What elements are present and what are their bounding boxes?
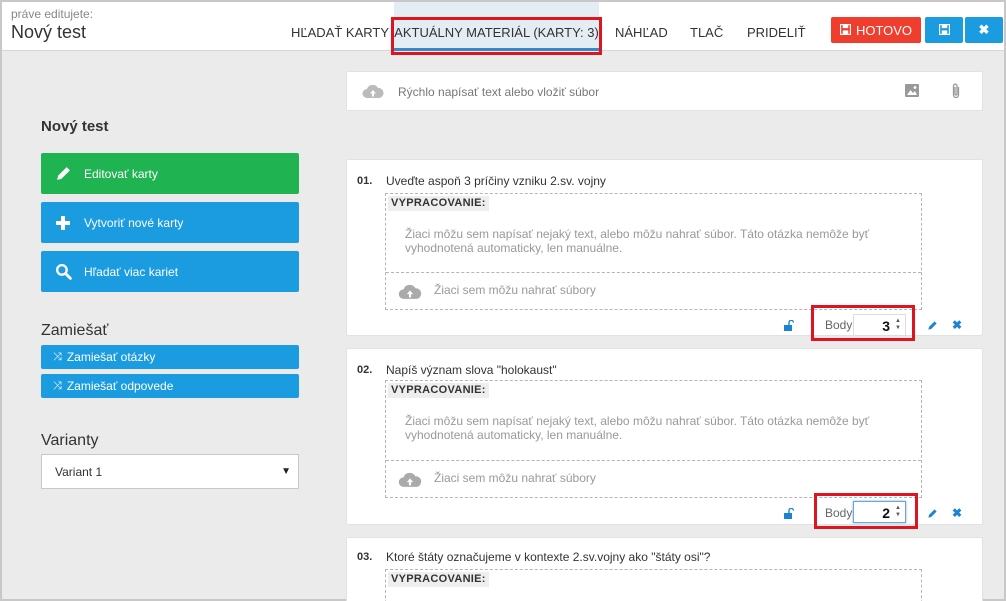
shuffle-answers-label: Zamiešať odpovede [66,379,174,393]
done-button[interactable]: HOTOVO [831,17,921,43]
answer-area: VYPRACOVANIE: Žiaci môžu sem napísať nej… [385,193,922,310]
upload-area: Žiaci sem môžu nahrať súbory [386,460,921,497]
create-cards-label: Vytvoriť nové karty [84,215,184,230]
points-label: Body: [825,506,856,520]
delete-icon[interactable]: ✖ [952,318,962,332]
spinner-arrows-icon[interactable]: ▲ ▼ [893,505,903,519]
shuffle-questions-button[interactable]: ⤨ Zamiešať otázky [41,345,299,369]
close-icon: ✖ [978,22,990,37]
points-value: 3 [882,318,890,334]
points-input[interactable]: 3 ▲ ▼ [853,314,906,336]
done-label: HOTOVO [855,22,913,38]
image-icon[interactable] [905,84,919,102]
question-number: 02. [357,364,373,376]
shuffle-answers-button[interactable]: ⤨ Zamiešať odpovede [41,374,299,398]
close-button[interactable]: ✖ [965,17,1003,43]
answer-label: VYPRACOVANIE: [388,572,489,587]
unlock-icon[interactable] [784,506,795,524]
tab-search-cards[interactable]: HĽADAŤ KARTY [291,2,389,51]
question-card-1: 01. Uveďte aspoň 3 príčiny vzniku 2.sv. … [346,159,983,336]
question-card-3: 03. Ktoré štáty označujeme v kontexte 2.… [346,537,983,601]
quick-input-placeholder[interactable]: Rýchlo napísať text alebo vložiť súbor [398,85,599,99]
unlock-icon[interactable] [784,318,795,336]
tab-current-material[interactable]: AKTUÁLNY MATERIÁL (KARTY: 3) [394,2,599,51]
paperclip-icon[interactable] [951,82,961,105]
sidebar-title: Nový test [41,118,109,135]
delete-icon[interactable]: ✖ [952,506,962,520]
points-value: 2 [882,505,890,521]
points-input[interactable]: 2 ▲ ▼ [853,501,906,523]
points-label: Body: [825,318,856,332]
variant-selected-value: Variant 1 [55,464,103,479]
cloud-upload-icon [398,472,422,493]
answer-label: VYPRACOVANIE: [388,196,489,211]
editing-label: práve editujete: [11,7,94,21]
quick-input-bar[interactable]: Rýchlo napísať text alebo vložiť súbor [346,71,983,111]
shuffle-questions-label: Zamiešať otázky [66,350,156,364]
search-more-cards-label: Hľadať viac kariet [84,264,179,279]
question-text: Ktoré štáty označujeme v kontexte 2.sv.v… [386,550,711,564]
edit-cards-label: Editovať karty [84,166,158,181]
variants-heading: Varianty [41,432,99,449]
search-more-cards-button[interactable]: Hľadať viac kariet [41,251,299,292]
create-cards-button[interactable]: Vytvoriť nové karty [41,202,299,243]
question-card-2: 02. Napíš význam slova "holokaust" VYPRA… [346,348,983,525]
edit-icon[interactable] [927,318,938,336]
question-text: Uveďte aspoň 3 príčiny vzniku 2.sv. vojn… [386,174,606,188]
question-text: Napíš význam slova "holokaust" [386,363,557,377]
tab-assign[interactable]: PRIDELIŤ [747,2,806,51]
save-button[interactable] [925,17,963,43]
answer-label: VYPRACOVANIE: [388,383,489,398]
answer-hint: Žiaci môžu sem napísať nejaký text, aleb… [405,414,870,442]
plus-icon [54,215,72,231]
caret-down-icon: ▼ [281,466,291,477]
shuffle-heading: Zamiešať [41,322,109,339]
upload-text: Žiaci sem môžu nahrať súbory [434,283,596,297]
cloud-upload-icon[interactable] [362,84,384,104]
answer-area: VYPRACOVANIE: Žiaci môžu sem napísať nej… [385,380,922,498]
edit-icon[interactable] [927,506,938,524]
question-number: 03. [357,551,373,563]
save-icon [839,23,852,38]
variant-select[interactable]: Variant 1 ▼ [41,454,299,489]
tab-preview[interactable]: NÁHĽAD [615,2,668,51]
document-title: Nový test [11,22,87,42]
upload-text: Žiaci sem môžu nahrať súbory [434,471,596,485]
question-number: 01. [357,175,373,187]
shuffle-icon: ⤨ [53,379,62,392]
upload-area: Žiaci sem môžu nahrať súbory [386,272,921,309]
tab-print[interactable]: TLAČ [690,2,723,51]
shuffle-icon: ⤨ [53,350,62,363]
answer-area: VYPRACOVANIE: [385,569,922,601]
pencil-icon [54,165,72,182]
top-bar: práve editujete: Nový test HĽADAŤ KARTY … [2,2,1004,51]
floppy-icon [938,23,950,38]
edit-cards-button[interactable]: Editovať karty [41,153,299,194]
spinner-arrows-icon[interactable]: ▲ ▼ [893,318,903,332]
answer-hint: Žiaci môžu sem napísať nejaký text, aleb… [405,227,870,255]
cloud-upload-icon [398,284,422,305]
search-icon [54,263,72,280]
